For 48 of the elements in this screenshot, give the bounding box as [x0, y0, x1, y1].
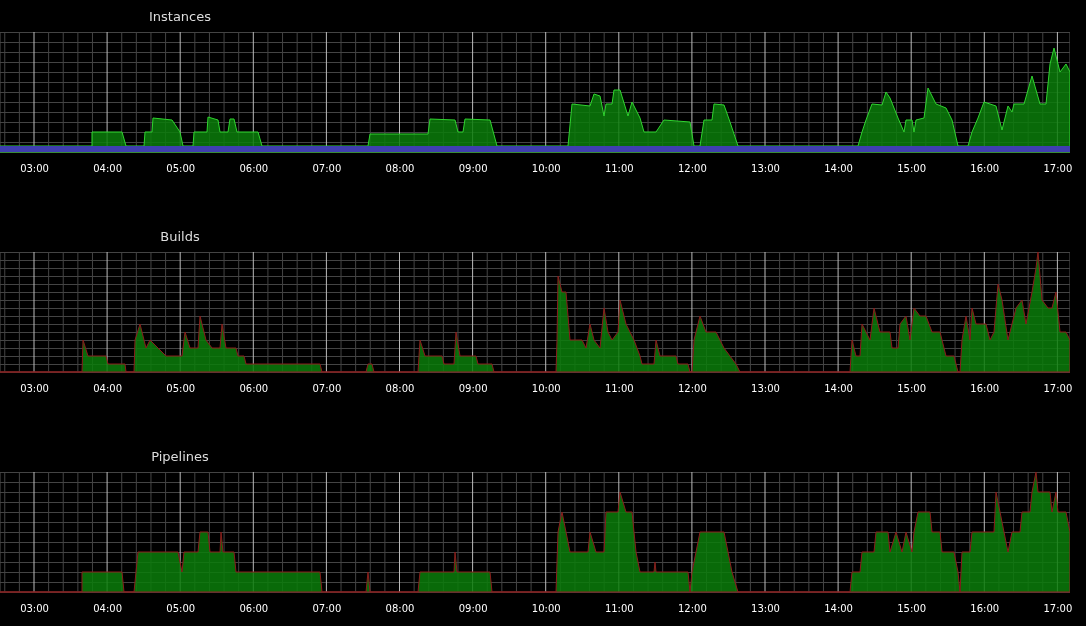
axis-label: 03:00	[19, 602, 50, 614]
axis-label: 15:00	[896, 602, 928, 614]
chart-title: Pipelines	[151, 448, 209, 464]
axis-label: 07:00	[311, 382, 343, 394]
axis-label: 13:00	[750, 162, 781, 174]
axis-label: 14:00	[823, 162, 854, 174]
axis-label: 12:00	[676, 602, 708, 614]
axis-label: 13:00	[750, 602, 781, 614]
axis-label: 03:00	[19, 162, 50, 174]
axis-label: 05:00	[165, 162, 197, 174]
axis-label: 08:00	[384, 602, 416, 614]
axis-label: 10:00	[530, 602, 562, 614]
axis-label: 10:00	[530, 382, 562, 394]
axis-label: 17:00	[1042, 162, 1074, 174]
axis-label: 08:00	[384, 382, 416, 394]
axis-label: 10:00	[530, 162, 562, 174]
axis-label: 16:00	[969, 382, 1001, 394]
chart-title: Builds	[160, 228, 200, 244]
axis-label: 14:00	[823, 382, 854, 394]
chart-title: Instances	[148, 8, 212, 24]
axis-label: 17:00	[1042, 602, 1074, 614]
axis-label: 04:00	[92, 382, 124, 394]
axis-label: 14:00	[823, 602, 854, 614]
axis-label: 04:00	[92, 602, 124, 614]
axis-label: 09:00	[457, 162, 489, 174]
axis-label: 05:00	[165, 382, 197, 394]
axis-label: 13:00	[750, 382, 781, 394]
axis-label: 07:00	[311, 602, 343, 614]
axis-label: 06:00	[238, 382, 270, 394]
axis-label: 12:00	[676, 382, 708, 394]
axis-label: 17:00	[1042, 382, 1074, 394]
axis-label: 15:00	[896, 382, 928, 394]
axis-label: 09:00	[457, 602, 489, 614]
axis-label: 12:00	[676, 162, 708, 174]
axis-label: 08:00	[384, 162, 416, 174]
axis-label: 11:00	[603, 602, 635, 614]
axis-label: 09:00	[457, 382, 489, 394]
axis-label: 16:00	[969, 162, 1001, 174]
axis-label: 03:00	[19, 382, 50, 394]
axis-label: 16:00	[969, 602, 1001, 614]
axis-label: 06:00	[238, 162, 270, 174]
axis-label: 07:00	[311, 162, 343, 174]
axis-label: 05:00	[165, 602, 197, 614]
axis-label: 15:00	[896, 162, 928, 174]
axis-label: 11:00	[603, 162, 635, 174]
axis-label: 06:00	[238, 602, 270, 614]
axis-label: 04:00	[92, 162, 124, 174]
axis-label: 11:00	[603, 382, 635, 394]
